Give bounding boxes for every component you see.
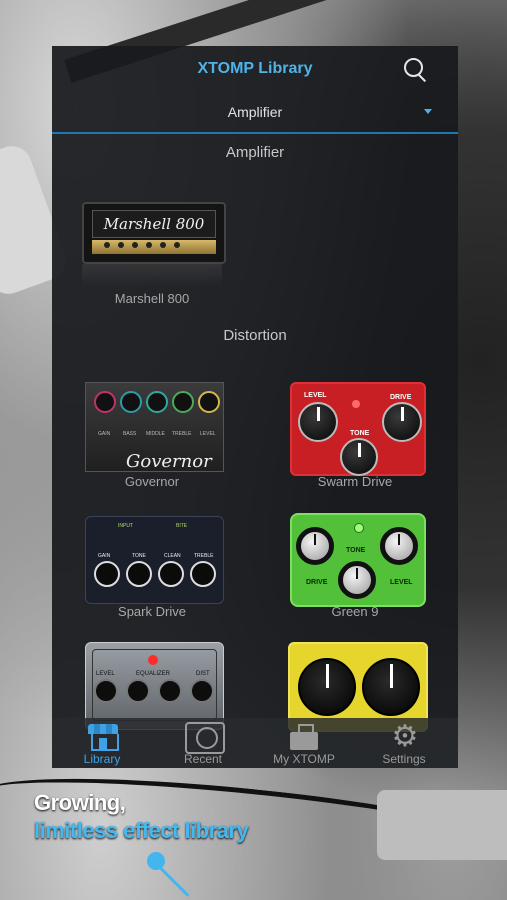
knob-label: LEVEL: [96, 671, 115, 677]
promo-line-2: limitless effect library: [34, 818, 249, 843]
store-icon: [88, 724, 119, 751]
knob-label: TREBLE: [172, 431, 192, 437]
knob-label: TONE: [132, 553, 146, 559]
section-title-amplifier: Amplifier: [225, 144, 285, 161]
tab-bar: Library Recent My XTOMP ⚙ Settings: [52, 718, 458, 768]
knob-label: BASS: [123, 431, 137, 437]
knob-label: EQUALIZER: [136, 671, 171, 677]
silver-eq-pedal-thumbnail[interactable]: LEVEL EQUALIZER DIST: [85, 642, 224, 730]
page-title: XTOMP Library: [197, 60, 313, 77]
item-label-swarm-drive: Swarm Drive: [317, 474, 393, 489]
amp-logo: Marshell 800: [92, 210, 216, 238]
tab-my-xtomp[interactable]: My XTOMP: [254, 718, 354, 768]
spark-drive-pedal-thumbnail[interactable]: INPUT BITE GAIN TONE CLEAN TREBLE: [85, 516, 224, 604]
led-indicator: [148, 655, 158, 665]
category-dropdown[interactable]: Amplifier: [52, 96, 458, 134]
library-panel: XTOMP Library Amplifier Amplifier Marshe…: [52, 46, 458, 768]
category-selected: Amplifier: [227, 104, 283, 120]
knob-label: LEVEL: [390, 579, 413, 586]
search-icon[interactable]: [402, 56, 430, 84]
pedal-icon: [290, 724, 318, 750]
governor-script-logo: Governor: [126, 451, 212, 472]
knob-label: LEVEL: [200, 431, 216, 437]
marshell-800-amp-thumbnail[interactable]: Marshell 800: [82, 202, 226, 264]
item-label-green-9: Green 9: [331, 604, 379, 619]
amp-reflection: [82, 264, 222, 286]
knob-label: LEVEL: [304, 392, 327, 399]
tab-library[interactable]: Library: [52, 718, 152, 768]
tab-label: Recent: [183, 752, 223, 766]
tab-settings[interactable]: ⚙ Settings: [354, 718, 454, 768]
item-label-governor: Governor: [124, 474, 180, 489]
swarm-drive-pedal-thumbnail[interactable]: LEVEL TONE DRIVE: [290, 382, 426, 476]
item-label-spark-drive: Spark Drive: [118, 604, 186, 619]
tab-label: My XTOMP: [273, 752, 335, 766]
knob-label: TONE: [346, 547, 366, 554]
top-label: INPUT: [118, 523, 133, 529]
tab-label: Settings: [382, 752, 426, 766]
gear-icon: ⚙: [391, 720, 419, 753]
item-label-marshell-800: Marshell 800: [114, 291, 190, 306]
knob-label: CLEAN: [164, 553, 181, 559]
top-label: BITE: [176, 523, 188, 529]
section-title-distortion: Distortion: [223, 327, 287, 344]
promo-line-1: Growing,: [34, 790, 126, 815]
tab-label: Library: [83, 752, 121, 766]
knob-label: DRIVE: [306, 579, 328, 586]
header: XTOMP Library Amplifier: [52, 46, 458, 134]
tab-recent[interactable]: Recent: [153, 718, 253, 768]
knob-label: DRIVE: [390, 394, 412, 401]
knob-label: MIDDLE: [146, 431, 165, 437]
dropdown-caret-icon: [424, 109, 432, 114]
governor-pedal-thumbnail[interactable]: GAIN BASS MIDDLE TREBLE LEVEL Governor: [85, 382, 224, 472]
vinyl-icon: [185, 722, 225, 754]
knob-label: TONE: [350, 430, 370, 437]
knob-label: TREBLE: [194, 553, 214, 559]
knob-label: GAIN: [98, 553, 111, 559]
knob-label: DIST: [196, 671, 210, 677]
knob-label: GAIN: [98, 431, 111, 437]
green-9-pedal-thumbnail[interactable]: DRIVE TONE LEVEL: [290, 513, 426, 607]
